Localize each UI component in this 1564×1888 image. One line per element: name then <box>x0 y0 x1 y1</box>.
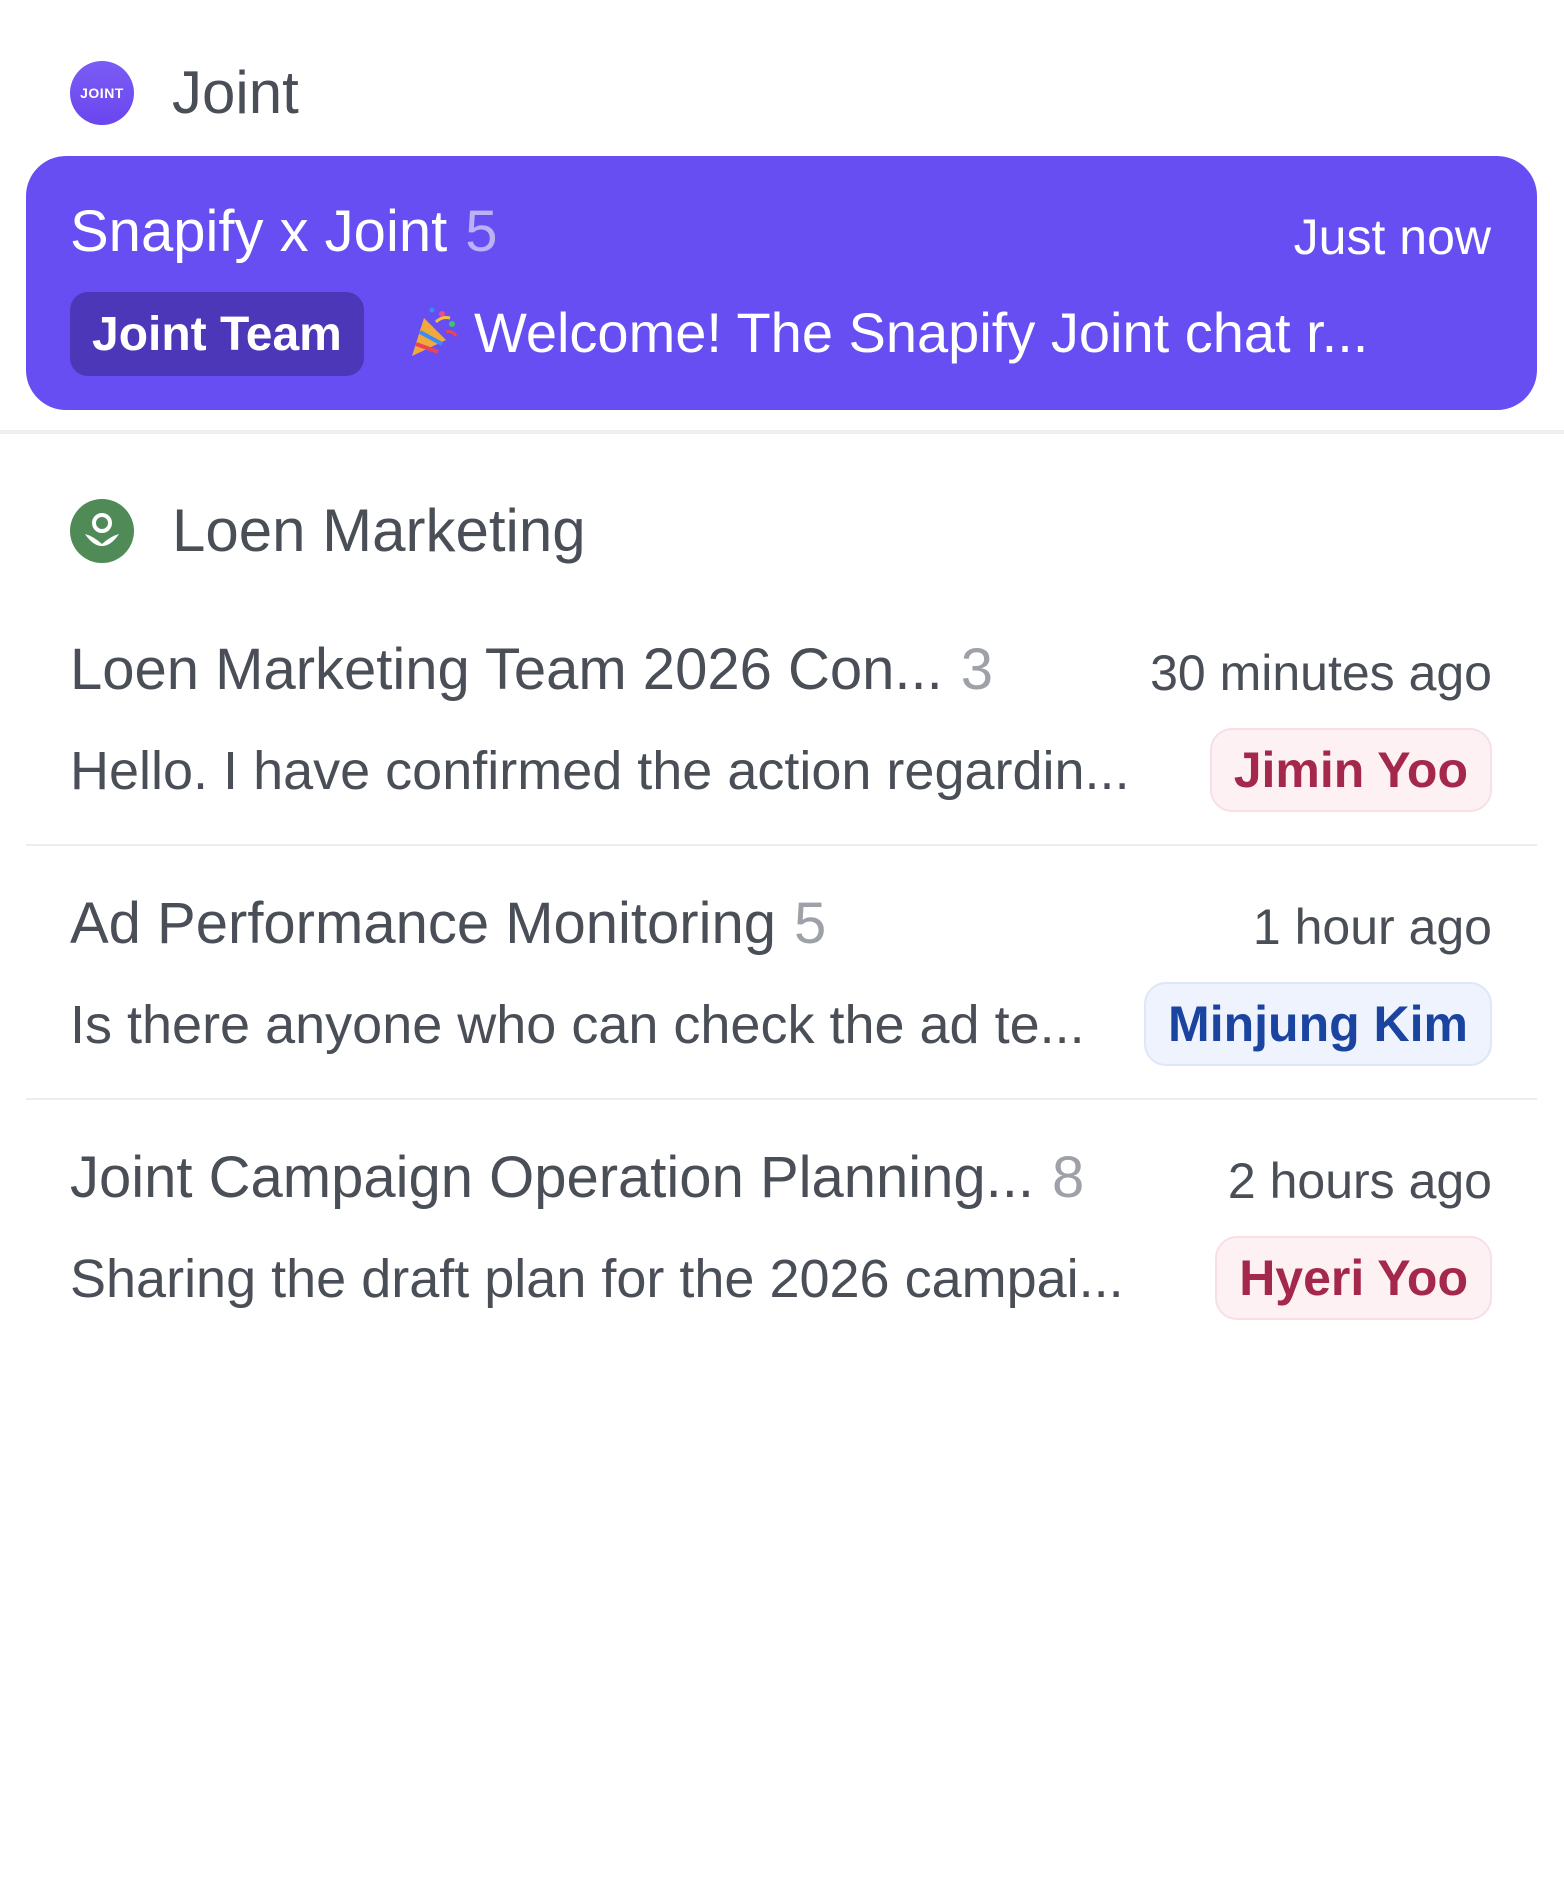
member-count: 3 <box>960 637 993 702</box>
chat-preview-text: Welcome! The Snapify Joint chat r... <box>474 301 1369 364</box>
workspace-name: Joint <box>172 59 299 126</box>
chat-timestamp: 30 minutes ago <box>1150 645 1492 701</box>
chat-item[interactable]: Joint Campaign Operation Planning... 8 2 … <box>0 1144 1564 1384</box>
party-popper-icon <box>412 307 458 356</box>
chat-title-text: Joint Campaign Operation Planning... <box>70 1145 1035 1210</box>
chat-timestamp: 2 hours ago <box>1227 1153 1492 1209</box>
team-badge: Joint Team <box>70 292 364 376</box>
chat-preview: Is there anyone who can check the ad te.… <box>70 995 1085 1055</box>
row-divider <box>26 1098 1537 1100</box>
workspace-header-joint[interactable]: JOINT Joint <box>70 58 299 127</box>
section-divider <box>0 430 1564 434</box>
chat-preview: Sharing the draft plan for the 2026 camp… <box>70 1249 1124 1309</box>
chat-item-active[interactable]: Snapify x Joint 5 Just now Joint Team Wel… <box>26 156 1537 410</box>
chat-preview: Welcome! The Snapify Joint chat r... <box>402 300 1462 365</box>
workspace-header-loen-marketing[interactable]: Loen Marketing <box>70 496 586 565</box>
joint-logo-icon: JOINT <box>70 60 134 125</box>
member-count: 8 <box>1052 1145 1085 1210</box>
chat-item[interactable]: Loen Marketing Team 2026 Con... 3 30 minu… <box>0 636 1564 876</box>
joint-logo-text: JOINT <box>80 84 124 101</box>
author-badge: Jimin Yoo <box>1209 728 1492 812</box>
chat-title: Loen Marketing Team 2026 Con... 3 <box>70 636 993 703</box>
member-count: 5 <box>465 199 498 264</box>
member-count: 5 <box>794 891 827 956</box>
author-badge: Hyeri Yoo <box>1215 1236 1492 1320</box>
chat-title: Ad Performance Monitoring 5 <box>70 890 826 957</box>
chat-title-text: Ad Performance Monitoring <box>70 891 776 956</box>
chat-title-text: Snapify x Joint <box>70 199 448 264</box>
sprout-icon <box>70 498 134 563</box>
chat-timestamp: 1 hour ago <box>1252 899 1492 955</box>
chat-title-text: Loen Marketing Team 2026 Con... <box>70 637 943 702</box>
author-badge: Minjung Kim <box>1144 982 1492 1066</box>
row-divider <box>26 844 1537 846</box>
chat-title: Joint Campaign Operation Planning... 8 <box>70 1144 1084 1211</box>
chat-preview: Hello. I have confirmed the action regar… <box>70 741 1130 801</box>
chat-title: Snapify x Joint 5 <box>70 198 497 265</box>
workspace-name: Loen Marketing <box>172 497 586 564</box>
chat-timestamp: Just now <box>1293 209 1491 265</box>
chat-item[interactable]: Ad Performance Monitoring 5 1 hour ago Is… <box>0 890 1564 1130</box>
